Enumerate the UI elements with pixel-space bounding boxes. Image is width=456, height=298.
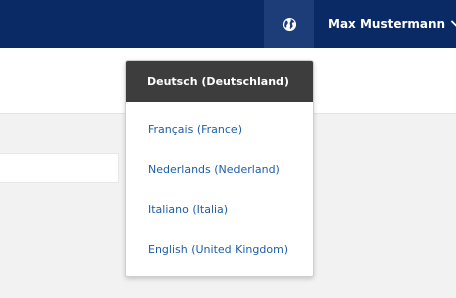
globe-icon <box>282 17 296 31</box>
language-selector-button[interactable] <box>264 0 314 48</box>
language-option-it[interactable]: Italiano (Italia) <box>126 189 313 229</box>
user-menu[interactable]: Max Mustermann <box>328 0 456 48</box>
language-option-selected[interactable]: Deutsch (Deutschland) <box>126 61 313 102</box>
content-input[interactable] <box>0 153 119 183</box>
language-options-list: Français (France) Nederlands (Nederland)… <box>126 102 313 269</box>
chevron-down-icon <box>451 20 456 27</box>
language-option-en[interactable]: English (United Kingdom) <box>126 229 313 269</box>
top-navigation-bar: Max Mustermann <box>0 0 456 48</box>
language-option-fr[interactable]: Français (France) <box>126 109 313 149</box>
user-name: Max Mustermann <box>328 17 446 31</box>
language-option-nl[interactable]: Nederlands (Nederland) <box>126 149 313 189</box>
language-dropdown: Deutsch (Deutschland) Français (France) … <box>125 60 314 277</box>
